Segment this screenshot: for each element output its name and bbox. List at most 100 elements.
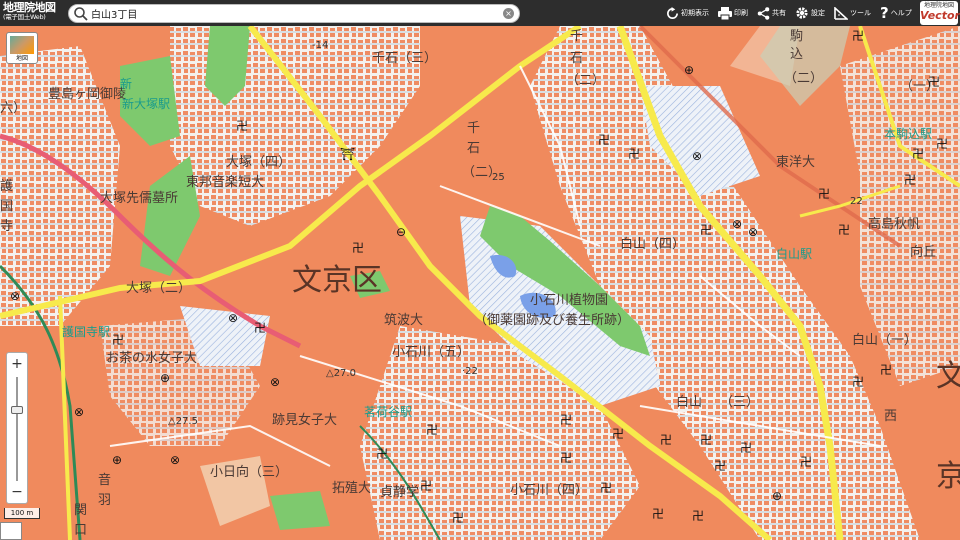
share-label: 共有 [772,9,786,17]
svg-text:卍: 卍 [254,321,266,335]
station-hakusan: 白山駅 [776,246,812,261]
clear-search-icon[interactable]: × [503,8,514,19]
map-app: 地理院地図 (電子国土Web) × 初期表示 印刷 共有 [0,0,960,540]
label-seki: 関 [74,503,87,518]
zoom-out-button[interactable]: − [7,483,27,501]
svg-text:卍: 卍 [628,147,640,161]
svg-text:⊗: ⊗ [270,375,280,389]
label-koishikawa4: 小石川（四） [510,483,588,498]
label-takashima: 高島秋帆 [868,216,920,232]
app-logo[interactable]: 地理院地図 (電子国土Web) [0,0,64,26]
svg-text:卍: 卍 [236,119,248,133]
label-otowa-1: 音 [98,472,111,488]
svg-text:卍: 卍 [838,223,850,237]
tools-button[interactable]: ツール [834,0,871,26]
elev-3: △27.0 [326,368,356,379]
vector-badge-bottom: Vector [920,9,960,22]
logo-title: 地理院地図 [3,1,56,14]
layer-caption: 地図 [15,55,28,62]
label-kohinata: 小日向（三） [210,464,288,480]
elev-1: -14 [312,40,328,51]
svg-text:⊕: ⊕ [772,489,782,503]
label-sekiguchi: 口 [74,523,87,538]
svg-text:⊗: ⊗ [170,453,180,467]
elev-6: 22 [850,196,863,207]
station-shin-otsuka: 新 [120,76,132,91]
svg-text:⊗: ⊗ [748,225,758,239]
svg-text:卍: 卍 [560,451,572,465]
label-botanical2: （御薬園跡及び養生所跡） [474,312,630,328]
svg-text:⊖: ⊖ [396,225,406,239]
svg-text:卍: 卍 [928,75,940,89]
logo-subtitle: (電子国土Web) [3,13,46,21]
initial-view-label: 初期表示 [681,9,709,17]
zoom-track[interactable] [16,377,18,481]
label-toho: 東邦音楽短大 [186,174,264,190]
label-komagome-1: 駒 [790,29,803,44]
toolbar: 初期表示 印刷 共有 設定 ツール ? ヘルプ [666,0,921,26]
svg-text:卍: 卍 [800,455,812,469]
search-input[interactable] [91,8,491,19]
svg-text:卍: 卍 [612,427,624,441]
svg-text:卍: 卍 [452,511,464,525]
label-toshima: 豊島ヶ岡御陵 [48,87,126,102]
expand-icon[interactable] [0,522,22,540]
svg-text:卍: 卍 [598,133,610,147]
map-canvas[interactable]: 文京区 千石（三） 千 石 （二） 千 石 （二） 大塚（四） 東邦音楽短大 大… [0,26,960,540]
label-hakusan-sub: （三） [720,395,759,410]
svg-text:⊗: ⊗ [10,289,20,303]
label-edge-jiin: 国 [0,199,13,214]
label-toyo: 東洋大 [776,154,815,170]
station-myogadani: 茗荷谷駅 [364,405,412,419]
settings-label: 設定 [811,9,825,17]
print-button[interactable]: 印刷 [718,0,748,26]
svg-text:卍: 卍 [652,507,664,521]
svg-text:⊗: ⊗ [228,311,238,325]
zoom-in-button[interactable]: + [7,355,27,373]
label-nishi: 西 [884,409,897,424]
label-botanical: 小石川植物園 [530,293,608,308]
label-ochanomizu: お茶の水女子大 [106,350,197,366]
label-takushoku: 拓殖大 [332,480,371,496]
svg-text:卍: 卍 [420,479,432,493]
svg-text:⊕: ⊕ [160,371,170,385]
ruler-icon [834,6,848,20]
svg-text:卍: 卍 [692,509,704,523]
share-icon [757,6,770,20]
refresh-icon [667,6,678,19]
svg-text:⊕: ⊕ [112,453,122,467]
label-mukougaoka: 向丘 [910,244,936,260]
svg-text:⊕: ⊕ [684,63,694,77]
label-kaika: 貞静学 [380,484,419,500]
label-otsuka2: 大塚（二） [126,281,191,296]
header-bar: 地理院地図 (電子国土Web) × 初期表示 印刷 共有 [0,0,960,26]
question-icon: ? [880,4,889,22]
svg-text:卍: 卍 [700,433,712,447]
vector-badge[interactable]: 地理院地図 Vector [920,1,960,25]
svg-text:⛩: ⛩ [340,147,355,161]
initial-view-button[interactable]: 初期表示 [666,0,709,26]
layer-button[interactable]: 地図 [6,32,38,64]
svg-text:卍: 卍 [426,423,438,437]
label-edge-gokoku: 護 [0,178,13,194]
settings-button[interactable]: 設定 [795,0,825,26]
svg-text:卍: 卍 [560,413,572,427]
label-atomi: 跡見女子大 [272,412,337,428]
help-button[interactable]: ? ヘルプ [880,0,912,26]
label-hakusan-right: 白山（一） [852,332,917,348]
label-komagome-3: （二） [784,71,823,86]
tools-label: ツール [850,9,871,17]
printer-icon [718,6,732,20]
map-svg[interactable]: 文京区 千石（三） 千 石 （二） 千 石 （二） 大塚（四） 東邦音楽短大 大… [0,26,960,540]
svg-text:卍: 卍 [112,333,124,347]
share-button[interactable]: 共有 [757,0,786,26]
label-hakusan: 白山 [676,394,702,410]
svg-text:卍: 卍 [600,481,612,495]
svg-text:卍: 卍 [352,241,364,255]
elev-2: 25 [492,172,505,183]
label-otowa-2: 羽 [98,493,111,508]
label-sengoku-1: 千 [570,29,583,44]
zoom-handle[interactable] [11,405,23,414]
station-gokokuji: 護国寺駅 [62,324,110,339]
svg-text:⊗: ⊗ [692,149,702,163]
